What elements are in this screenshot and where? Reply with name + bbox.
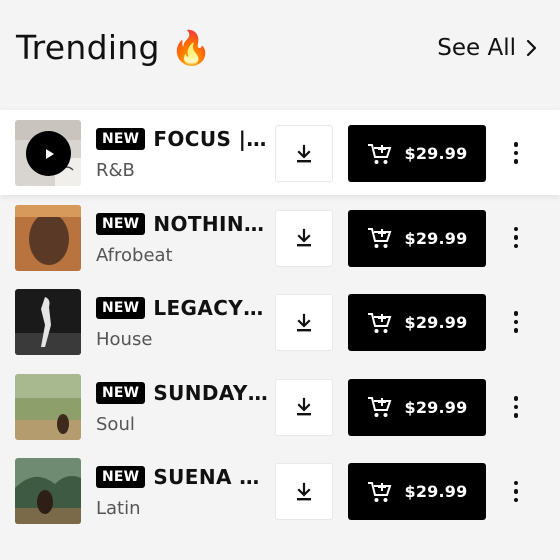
track-name[interactable]: SUNDAY ... (153, 381, 268, 405)
download-button[interactable] (275, 294, 333, 352)
price-label: $29.99 (404, 313, 468, 333)
track-name[interactable]: LEGACY |... (153, 296, 268, 320)
more-vertical-icon (513, 142, 519, 147)
add-to-cart-button[interactable]: $29.99 (348, 463, 486, 521)
track-info: NEW SUENA SI... Latin (96, 463, 268, 521)
track-row[interactable]: NEW SUENA SI... Latin $29.99 (0, 448, 560, 533)
track-cover (15, 458, 81, 525)
download-icon (297, 144, 311, 162)
add-to-cart-icon (367, 397, 391, 418)
more-vertical-icon (513, 396, 519, 401)
more-vertical-icon (513, 226, 519, 232)
add-to-cart-button[interactable]: $29.99 (348, 294, 486, 352)
add-to-cart-icon (367, 481, 391, 502)
more-options-button[interactable] (506, 223, 526, 253)
download-icon (297, 482, 311, 501)
fire-emoji: 🔥 (170, 28, 212, 67)
download-button[interactable] (275, 378, 333, 436)
add-to-cart-button[interactable]: $29.99 (348, 378, 486, 436)
price-label: $29.99 (404, 144, 468, 163)
track-cover (15, 373, 81, 440)
download-button[interactable] (275, 125, 333, 182)
play-button[interactable] (26, 131, 71, 176)
price-label: $29.99 (404, 397, 468, 417)
download-icon (297, 313, 311, 332)
track-genre: House (96, 329, 153, 351)
play-icon (45, 148, 54, 159)
more-options-button[interactable] (506, 307, 526, 337)
track-name[interactable]: SUENA SI... (153, 465, 268, 489)
add-to-cart-button[interactable]: $29.99 (348, 125, 486, 182)
chevron-right-icon (526, 39, 537, 57)
download-icon (297, 398, 311, 416)
add-to-cart-icon (367, 143, 391, 164)
more-options-button[interactable] (506, 476, 526, 506)
track-name[interactable]: FOCUS | ... (153, 127, 268, 151)
price-label: $29.99 (404, 228, 468, 248)
track-genre: Soul (96, 413, 135, 435)
more-options-button[interactable] (506, 392, 526, 422)
new-badge: NEW (96, 212, 146, 235)
track-cover (15, 204, 81, 271)
track-name[interactable]: NOTHIN... (153, 212, 268, 236)
track-genre: Afrobeat (96, 244, 173, 266)
track-info: NEW NOTHIN... Afrobeat (96, 210, 268, 268)
download-button[interactable] (275, 463, 333, 521)
track-row[interactable]: NEW FOCUS | ... R&B $29.99 (0, 110, 560, 195)
track-genre: Latin (96, 498, 141, 520)
download-button[interactable] (275, 209, 333, 267)
section-title-text: Trending (16, 28, 160, 67)
section-title: Trending 🔥 (16, 26, 212, 70)
add-to-cart-button[interactable]: $29.99 (348, 209, 486, 267)
add-to-cart-icon (367, 228, 391, 249)
more-options-button[interactable] (506, 138, 526, 168)
track-row[interactable]: NEW LEGACY |... House $29.99 (0, 279, 560, 364)
download-icon (297, 228, 311, 247)
more-vertical-icon (513, 480, 519, 486)
track-info: NEW LEGACY |... House (96, 294, 268, 352)
see-all-link[interactable]: See All (437, 30, 538, 66)
track-info: NEW SUNDAY ... Soul (96, 379, 268, 437)
add-to-cart-icon (367, 312, 391, 333)
new-badge: NEW (96, 128, 146, 150)
new-badge: NEW (96, 297, 146, 320)
track-info: NEW FOCUS | ... R&B (96, 125, 268, 183)
see-all-label: See All (437, 35, 516, 61)
track-genre: R&B (96, 160, 135, 181)
track-row[interactable]: NEW NOTHIN... Afrobeat $29.99 (0, 195, 560, 280)
track-list: NEW FOCUS | ... R&B $29.99 NEW NOTHIN...… (0, 110, 560, 533)
new-badge: NEW (96, 466, 146, 489)
price-label: $29.99 (404, 482, 468, 502)
trending-header: Trending 🔥 See All (0, 0, 560, 100)
track-row[interactable]: NEW SUNDAY ... Soul $29.99 (0, 364, 560, 449)
track-cover (15, 289, 81, 356)
new-badge: NEW (96, 381, 146, 404)
more-vertical-icon (513, 311, 519, 316)
